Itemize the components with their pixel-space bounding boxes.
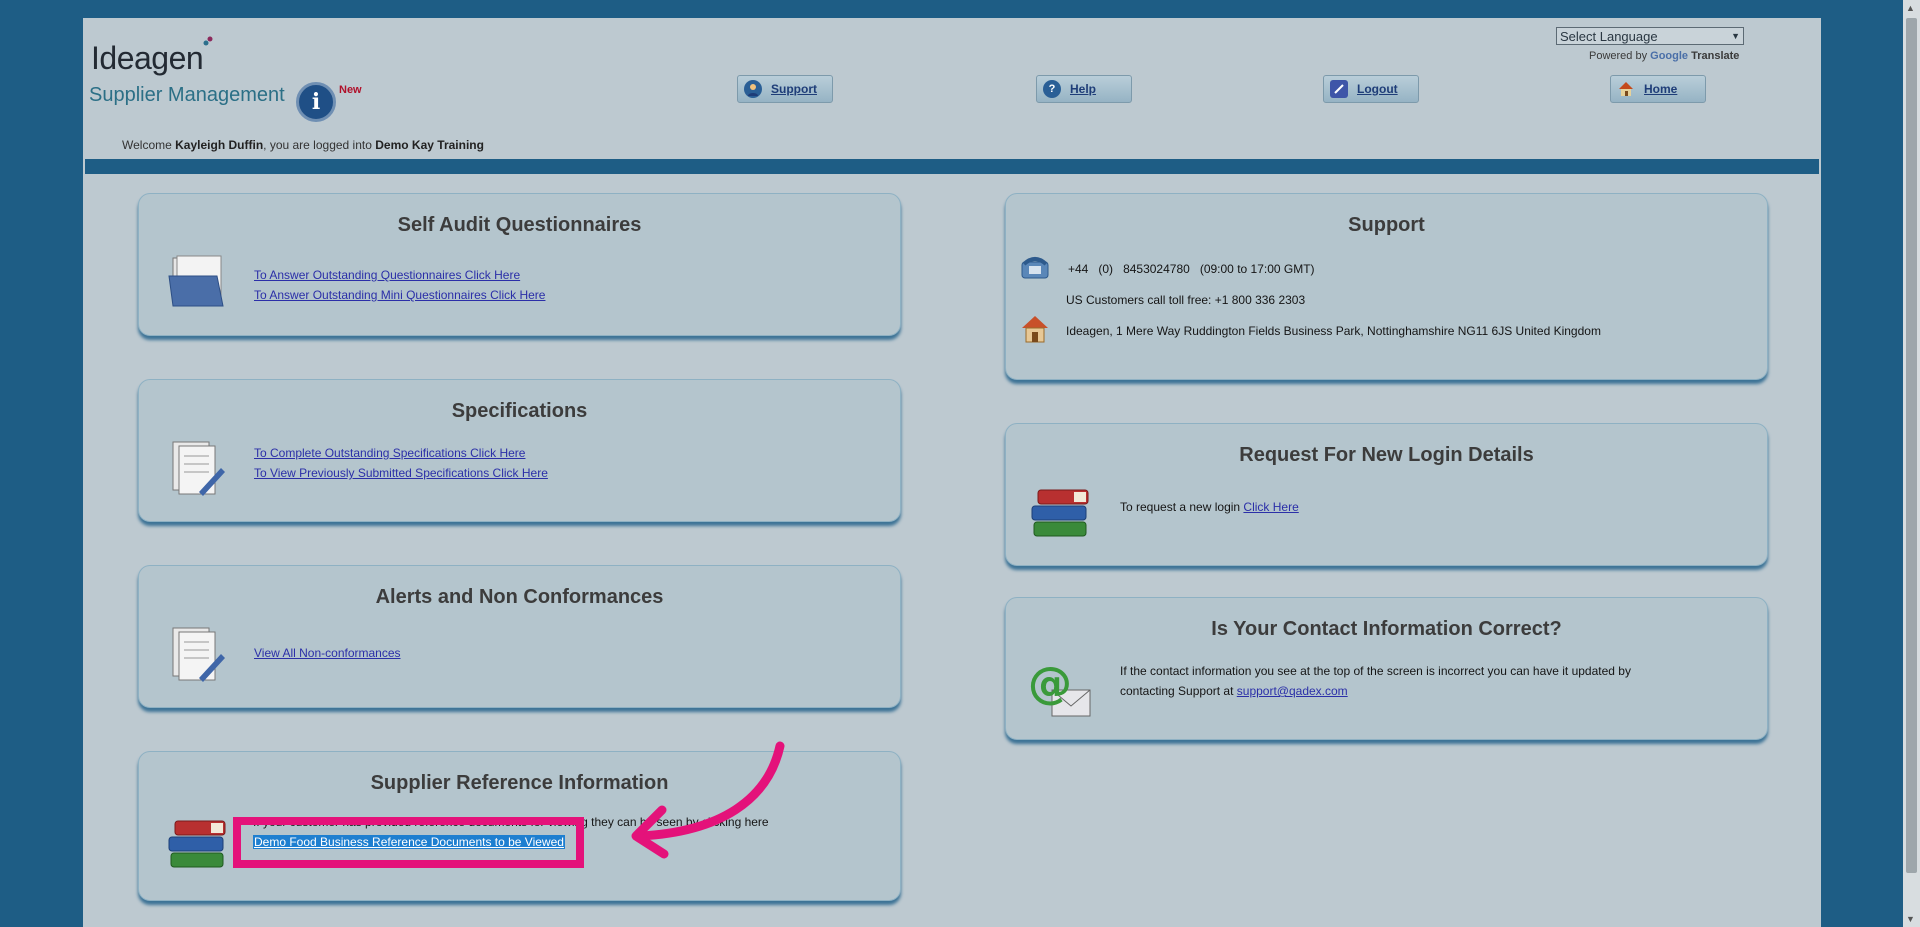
svg-text:@: @	[1028, 660, 1072, 709]
scroll-up-icon[interactable]: ▲	[1906, 3, 1915, 13]
contact-info-line1: If the contact information you see at th…	[1120, 664, 1631, 678]
phone-country-code: +44	[1068, 262, 1089, 276]
folder-icon	[168, 255, 224, 307]
ideagen-logo[interactable]: Ideagen	[91, 36, 213, 77]
user-name: Kayleigh Duffin	[175, 138, 264, 152]
new-login-text: To request a new login Click Here	[1120, 500, 1299, 514]
help-question-icon: ?	[1043, 80, 1061, 98]
welcome-middle: , you are logged into	[263, 138, 372, 152]
language-select-value: Select Language	[1560, 28, 1658, 44]
logout-label: Logout	[1357, 82, 1398, 96]
home-icon	[1617, 80, 1635, 98]
new-login-panel: Request For New Login Details To request…	[1005, 423, 1768, 566]
google-text: Google	[1650, 50, 1689, 62]
contact-info-panel: Is Your Contact Information Correct? @ I…	[1005, 597, 1768, 740]
alerts-panel: Alerts and Non Conformances View All Non…	[138, 565, 901, 708]
specifications-panel: Specifications To Complete Outstanding S…	[138, 379, 901, 522]
scrollbar-thumb[interactable]	[1906, 18, 1917, 873]
documents-pen-icon	[172, 627, 225, 682]
google-logo: Google	[1650, 50, 1688, 62]
support-address: Ideagen, 1 Mere Way Ruddington Fields Bu…	[1066, 324, 1601, 338]
support-phone: +44 (0) 8453024780 (09:00 to 17:00 GMT)	[1068, 262, 1315, 276]
info-icon[interactable]: i	[296, 82, 336, 122]
complete-specifications-link[interactable]: To Complete Outstanding Specifications C…	[254, 446, 525, 460]
language-select[interactable]: Select Language ▼	[1556, 27, 1744, 45]
translate-link[interactable]: Translate	[1691, 50, 1739, 62]
welcome-message: Welcome Kayleigh Duffin, you are logged …	[122, 138, 484, 152]
email-at-icon: @	[1028, 660, 1091, 717]
reference-documents-link[interactable]: Demo Food Business Reference Documents t…	[253, 835, 565, 849]
us-customers-text: US Customers call toll free: +1 800 336 …	[1066, 293, 1306, 307]
powered-by-text: Powered by	[1589, 50, 1648, 62]
help-button[interactable]: ? Help	[1036, 75, 1132, 103]
specifications-title: Specifications	[451, 400, 588, 422]
logout-button[interactable]: Logout	[1323, 75, 1419, 103]
view-non-conformances-link[interactable]: View All Non-conformances	[254, 646, 401, 660]
company-name: Demo Kay Training	[375, 138, 484, 152]
books-icon	[168, 820, 226, 868]
logo-subtitle: Supplier Management	[89, 84, 285, 106]
contact-info-prefix: contacting Support at	[1120, 684, 1234, 698]
scroll-down-icon[interactable]: ▼	[1906, 914, 1915, 924]
alerts-title: Alerts and Non Conformances	[375, 586, 664, 608]
support-button[interactable]: Support	[737, 75, 833, 103]
google-translate-attribution: Powered by Google Translate	[1589, 50, 1739, 62]
annotation-arrow-icon	[631, 741, 785, 859]
documents-pen-icon	[172, 441, 225, 496]
new-login-title: Request For New Login Details	[1239, 444, 1534, 466]
new-login-prefix: To request a new login	[1120, 500, 1241, 514]
welcome-prefix: Welcome	[122, 138, 172, 152]
support-email-link[interactable]: support@qadex.com	[1237, 684, 1348, 698]
support-label: Support	[771, 82, 817, 96]
new-login-click-here-link[interactable]: Click Here	[1243, 500, 1298, 514]
phone-hours: (09:00 to 17:00 GMT)	[1199, 262, 1315, 276]
answer-mini-questionnaires-link[interactable]: To Answer Outstanding Mini Questionnaire…	[254, 288, 545, 302]
self-audit-panel: Self Audit Questionnaires To Answer Outs…	[138, 193, 901, 336]
view-submitted-specifications-link[interactable]: To View Previously Submitted Specificati…	[254, 466, 548, 480]
logo-text: Ideagen	[91, 40, 204, 76]
contact-info-line2: contacting Support at support@qadex.com	[1120, 684, 1348, 698]
header-divider-band	[85, 159, 1819, 174]
chevron-down-icon: ▼	[1731, 31, 1740, 41]
phone-trunk: (0)	[1098, 262, 1114, 276]
support-panel: Support +44 (0) 8453024780 (09:00 to 17:…	[1005, 193, 1768, 380]
help-label: Help	[1070, 82, 1097, 96]
answer-questionnaires-link[interactable]: To Answer Outstanding Questionnaires Cli…	[254, 268, 520, 282]
home-button[interactable]: Home	[1610, 75, 1706, 103]
new-badge: New	[339, 84, 362, 96]
self-audit-title: Self Audit Questionnaires	[397, 214, 642, 236]
logo-flourish-icon	[203, 36, 213, 46]
phone-number: 8453024780	[1123, 262, 1190, 276]
contact-info-title: Is Your Contact Information Correct?	[1211, 618, 1562, 640]
page-container: Ideagen Supplier Management i New Suppor…	[83, 18, 1821, 927]
house-icon	[1022, 316, 1048, 343]
support-title: Support	[1348, 214, 1425, 236]
home-label: Home	[1644, 82, 1678, 96]
telephone-icon	[1021, 257, 1049, 279]
books-icon	[1031, 489, 1089, 537]
vertical-scrollbar[interactable]: ▲ ▼	[1903, 0, 1920, 927]
support-person-icon	[744, 80, 762, 98]
logout-icon	[1330, 80, 1348, 98]
